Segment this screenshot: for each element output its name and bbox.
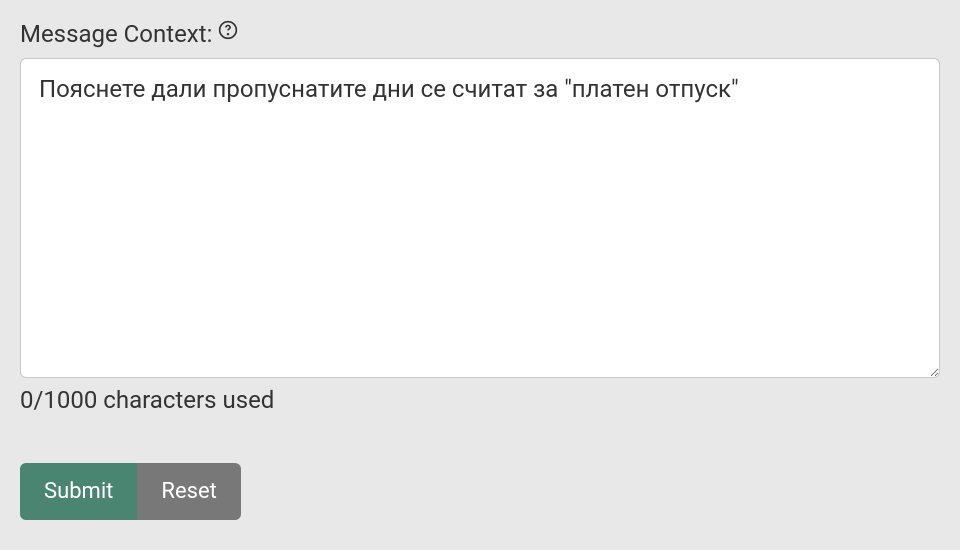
character-counter: 0/1000 characters used bbox=[20, 386, 940, 414]
textarea-wrapper bbox=[20, 58, 940, 382]
reset-button[interactable]: Reset bbox=[137, 463, 240, 520]
help-icon[interactable] bbox=[218, 20, 238, 40]
button-row: Submit Reset bbox=[20, 463, 940, 520]
submit-button[interactable]: Submit bbox=[20, 463, 137, 520]
message-context-label: Message Context: bbox=[20, 20, 212, 48]
label-row: Message Context: bbox=[20, 20, 940, 48]
message-context-input[interactable] bbox=[20, 58, 940, 378]
